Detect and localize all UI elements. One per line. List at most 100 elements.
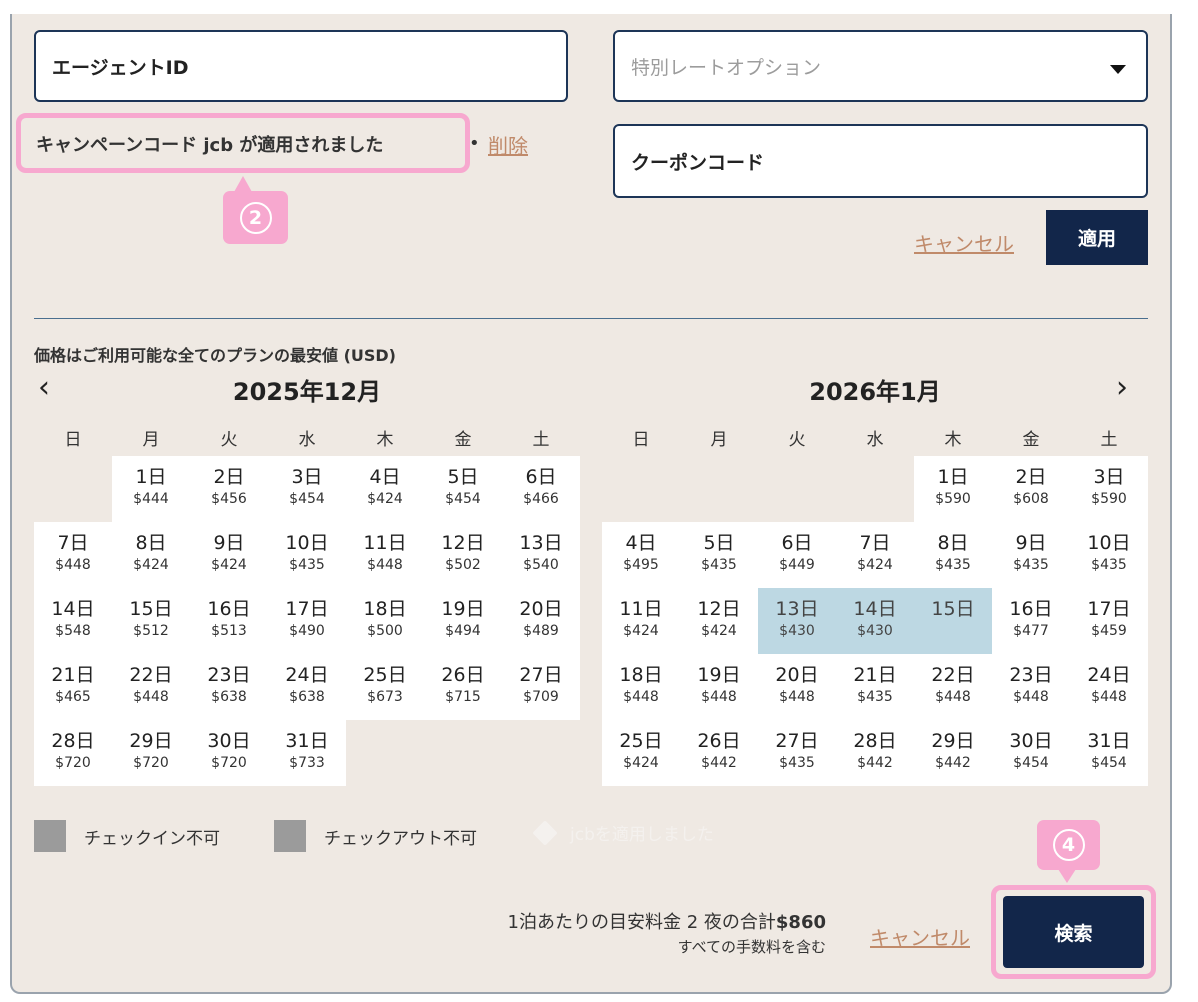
day-cell[interactable]: 5日 $454 [424, 456, 502, 522]
day-cell[interactable]: 16日 $477 [992, 588, 1070, 654]
search-button[interactable]: 検索 [1003, 896, 1144, 968]
day-cell[interactable]: 29日 $720 [112, 720, 190, 786]
day-cell[interactable]: 3日 $590 [1070, 456, 1148, 522]
day-number: 3日 [291, 466, 323, 488]
day-cell[interactable]: 22日 $448 [112, 654, 190, 720]
day-cell[interactable]: 24日 $448 [1070, 654, 1148, 720]
day-cell[interactable]: 28日 $720 [34, 720, 112, 786]
day-cell[interactable]: 5日 $435 [680, 522, 758, 588]
day-number: 15日 [129, 598, 173, 620]
day-cell[interactable]: 12日 $502 [424, 522, 502, 588]
day-cell[interactable]: 24日 $638 [268, 654, 346, 720]
day-cell[interactable]: 1日 $590 [914, 456, 992, 522]
day-cell[interactable]: 3日 $454 [268, 456, 346, 522]
day-cell[interactable]: 30日 $454 [992, 720, 1070, 786]
day-number: 29日 [931, 730, 975, 752]
coupon-cancel-link[interactable]: キャンセル [914, 228, 1014, 257]
day-cell[interactable]: 12日 $424 [680, 588, 758, 654]
day-price: $489 [523, 623, 559, 639]
step4-badge-tail [1058, 869, 1076, 883]
day-cell[interactable]: 18日 $500 [346, 588, 424, 654]
apply-coupon-button[interactable]: 適用 [1046, 210, 1148, 265]
day-cell[interactable]: 2日 $456 [190, 456, 268, 522]
day-cell[interactable]: 15日 $512 [112, 588, 190, 654]
special-rate-select[interactable]: 特別レートオプション [613, 30, 1148, 102]
day-cell[interactable]: 25日 $424 [602, 720, 680, 786]
weekday-label: 日 [632, 430, 650, 450]
day-number: 22日 [129, 664, 173, 686]
day-price: $448 [1091, 689, 1127, 705]
agent-id-field[interactable]: エージェントID [34, 30, 568, 102]
day-price: $448 [935, 689, 971, 705]
day-cell[interactable]: 9日 $424 [190, 522, 268, 588]
day-price: $444 [133, 491, 169, 507]
day-price: $720 [55, 755, 91, 771]
day-number: 7日 [57, 532, 89, 554]
day-cell[interactable]: 10日 $435 [268, 522, 346, 588]
day-number: 22日 [931, 664, 975, 686]
day-number: 14日 [51, 598, 95, 620]
day-cell[interactable]: 4日 $495 [602, 522, 680, 588]
day-cell[interactable]: 4日 $424 [346, 456, 424, 522]
day-cell[interactable]: 26日 $442 [680, 720, 758, 786]
day-cell[interactable]: 8日 $424 [112, 522, 190, 588]
day-cell[interactable]: 23日 $638 [190, 654, 268, 720]
day-cell[interactable]: 17日 $459 [1070, 588, 1148, 654]
day-cell[interactable]: 7日 $448 [34, 522, 112, 588]
day-cell[interactable]: 9日 $435 [992, 522, 1070, 588]
day-cell[interactable]: 23日 $448 [992, 654, 1070, 720]
day-cell[interactable]: 14日 $548 [34, 588, 112, 654]
day-cell[interactable]: 8日 $435 [914, 522, 992, 588]
day-cell[interactable]: 13日 $540 [502, 522, 580, 588]
day-cell[interactable]: 21日 $465 [34, 654, 112, 720]
day-cell[interactable]: 29日 $442 [914, 720, 992, 786]
day-cell[interactable]: 25日 $673 [346, 654, 424, 720]
day-price: $430 [779, 623, 815, 639]
day-cell[interactable]: 7日 $424 [836, 522, 914, 588]
empty-cell [680, 456, 758, 522]
day-cell[interactable]: 27日 $709 [502, 654, 580, 720]
day-cell-selected[interactable]: 14日 $430 [836, 588, 914, 654]
day-cell[interactable]: 21日 $435 [836, 654, 914, 720]
day-cell[interactable]: 6日 $449 [758, 522, 836, 588]
empty-cell [758, 456, 836, 522]
day-cell[interactable]: 20日 $448 [758, 654, 836, 720]
footer-cancel-link[interactable]: キャンセル [870, 922, 970, 951]
day-cell[interactable]: 10日 $435 [1070, 522, 1148, 588]
day-cell[interactable]: 30日 $720 [190, 720, 268, 786]
day-cell[interactable]: 22日 $448 [914, 654, 992, 720]
coupon-code-field[interactable]: クーポンコード [613, 124, 1148, 198]
day-cell-selected[interactable]: 15日 [914, 588, 992, 654]
remove-campaign-link[interactable]: 削除 [488, 130, 528, 159]
day-cell[interactable]: 19日 $448 [680, 654, 758, 720]
day-cell[interactable]: 17日 $490 [268, 588, 346, 654]
day-cell[interactable]: 31日 $733 [268, 720, 346, 786]
day-number: 1日 [135, 466, 167, 488]
day-cell[interactable]: 2日 $608 [992, 456, 1070, 522]
day-cell[interactable]: 26日 $715 [424, 654, 502, 720]
day-cell-selected[interactable]: 13日 $430 [758, 588, 836, 654]
day-cell[interactable]: 19日 $494 [424, 588, 502, 654]
day-cell[interactable]: 11日 $448 [346, 522, 424, 588]
day-cell[interactable]: 31日 $454 [1070, 720, 1148, 786]
day-number: 13日 [775, 598, 819, 620]
step2-number: 2 [239, 201, 272, 234]
day-cell[interactable]: 18日 $448 [602, 654, 680, 720]
step4-number: 4 [1052, 829, 1085, 861]
day-number: 30日 [207, 730, 251, 752]
day-cell[interactable]: 11日 $424 [602, 588, 680, 654]
day-cell[interactable]: 28日 $442 [836, 720, 914, 786]
day-cell[interactable]: 16日 $513 [190, 588, 268, 654]
day-number: 12日 [697, 598, 741, 620]
day-cell[interactable]: 20日 $489 [502, 588, 580, 654]
day-cell[interactable]: 6日 $466 [502, 456, 580, 522]
day-price: $500 [367, 623, 403, 639]
day-number: 13日 [519, 532, 563, 554]
day-cell[interactable]: 1日 $444 [112, 456, 190, 522]
agent-id-value: エージェントID [52, 56, 189, 79]
day-cell[interactable]: 27日 $435 [758, 720, 836, 786]
day-price: $548 [55, 623, 91, 639]
day-number: 5日 [703, 532, 735, 554]
day-price: $715 [445, 689, 481, 705]
day-number: 24日 [285, 664, 329, 686]
